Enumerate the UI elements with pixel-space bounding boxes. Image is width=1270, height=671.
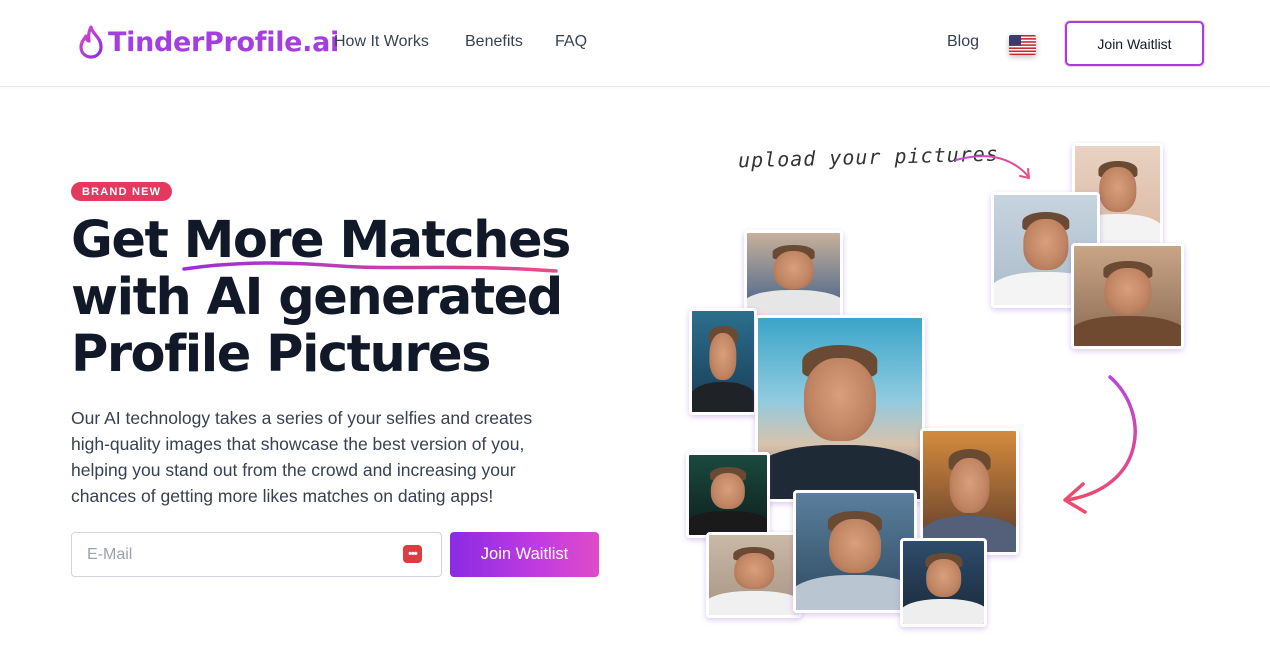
join-waitlist-button[interactable]: Join Waitlist <box>450 532 599 577</box>
nav-blog[interactable]: Blog <box>947 33 979 51</box>
generated-photo-4 <box>686 452 770 538</box>
headline-line-2: with AI generated <box>71 268 563 327</box>
nav-join-waitlist-button[interactable]: Join Waitlist <box>1065 21 1204 66</box>
hero-description: Our AI technology takes a series of your… <box>71 408 533 506</box>
nav-benefits[interactable]: Benefits <box>465 33 523 51</box>
generated-photo-7 <box>900 538 987 627</box>
hero-headline: Get More Matches with AI generated Profi… <box>71 212 631 383</box>
nav-faq[interactable]: FAQ <box>555 33 587 51</box>
flame-icon <box>79 25 103 59</box>
upload-photo-3 <box>1071 243 1184 349</box>
top-navbar: TinderProfile.ai How It Works Benefits F… <box>0 0 1270 87</box>
brand-new-badge: BRAND NEW <box>71 182 173 201</box>
generated-photo-3 <box>920 428 1019 555</box>
nav-how-it-works[interactable]: How It Works <box>334 33 429 51</box>
brand-logo[interactable]: TinderProfile.ai <box>78 22 339 62</box>
generated-photo-6 <box>793 490 917 613</box>
generated-photo-1 <box>744 230 843 318</box>
us-flag-icon[interactable] <box>1009 35 1036 55</box>
generated-photo-main <box>755 315 925 502</box>
brand-name: TinderProfile.ai <box>108 26 340 58</box>
generated-photo-2 <box>689 308 757 415</box>
password-manager-icon[interactable]: ••• <box>403 545 422 563</box>
curved-arrow-down-icon <box>1063 375 1137 514</box>
headline-underline-decoration <box>182 261 558 273</box>
headline-line-3: Profile Pictures <box>71 325 491 384</box>
email-input[interactable] <box>71 532 442 577</box>
generated-photo-5 <box>706 532 802 618</box>
curved-arrow-icon <box>955 155 1030 179</box>
